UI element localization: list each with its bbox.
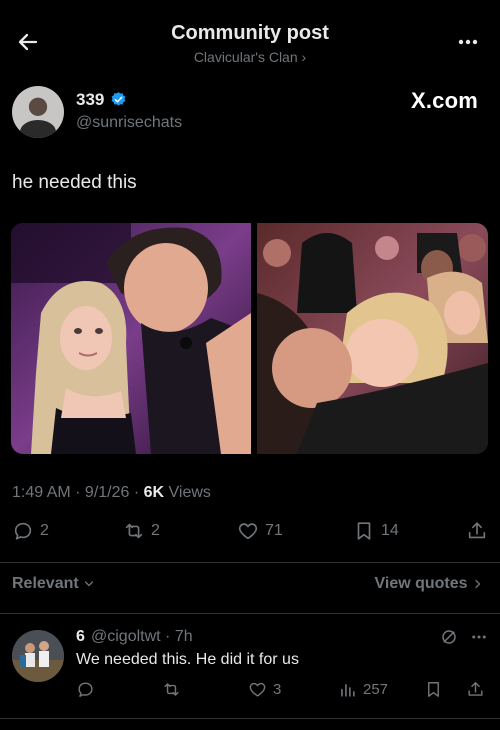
reply-button[interactable]: 2 xyxy=(12,520,49,542)
author-name[interactable]: 339 xyxy=(76,90,104,110)
author-handle[interactable]: @sunrisechats xyxy=(76,114,182,132)
chevron-down-icon xyxy=(85,581,94,587)
reply-reply-button[interactable] xyxy=(76,680,95,699)
page-title: Community post xyxy=(171,22,329,44)
verified-badge-icon xyxy=(111,92,126,106)
reply-like-count: 3 xyxy=(273,681,282,698)
reply-views-count: 257 xyxy=(363,681,389,698)
heart-icon xyxy=(249,682,266,697)
views-label: Views xyxy=(164,484,211,501)
repost-count: 2 xyxy=(151,522,160,539)
view-quotes-link[interactable]: View quotes xyxy=(374,575,484,593)
post-timestamp: 1:49 AM · 9/1/26 · xyxy=(12,484,144,501)
author-avatar[interactable] xyxy=(12,86,64,138)
reply-count: 2 xyxy=(40,522,49,539)
sort-dropdown[interactable]: Relevant xyxy=(12,575,95,593)
post-text: he needed this xyxy=(12,172,137,193)
divider xyxy=(0,718,500,719)
like-count: 71 xyxy=(265,522,283,539)
reply-action-bar: 3 257 xyxy=(0,680,500,704)
bookmark-icon xyxy=(357,522,371,540)
divider xyxy=(0,562,500,563)
reply-icon xyxy=(14,522,32,540)
post-action-bar: 2 2 71 14 xyxy=(0,520,500,552)
reply-more-icon[interactable] xyxy=(469,628,489,646)
share-icon xyxy=(468,682,483,696)
reply-like-button[interactable]: 3 xyxy=(248,680,281,699)
post-image-2[interactable] xyxy=(257,223,488,454)
reply-icon xyxy=(78,682,93,697)
bookmark-icon xyxy=(428,682,439,697)
chevron-right-icon xyxy=(475,579,481,588)
divider xyxy=(0,613,500,614)
reply-author-name[interactable]: 6 xyxy=(76,628,85,646)
repost-icon xyxy=(164,683,179,696)
reply-share-button[interactable] xyxy=(466,680,485,699)
reply-text: We needed this. He did it for us xyxy=(76,651,299,668)
grok-icon[interactable] xyxy=(440,628,458,646)
bookmark-count: 14 xyxy=(381,522,399,539)
bookmark-button[interactable]: 14 xyxy=(353,520,399,542)
reply-bookmark-button[interactable] xyxy=(424,680,443,699)
views-count: 6K xyxy=(143,484,165,501)
view-quotes-label: View quotes xyxy=(374,575,468,592)
reply-views-button[interactable]: 257 xyxy=(338,680,388,699)
share-icon xyxy=(468,522,486,539)
more-options-icon[interactable] xyxy=(456,30,480,54)
repost-button[interactable]: 2 xyxy=(123,520,160,542)
reply-author-avatar[interactable] xyxy=(12,630,64,682)
like-button[interactable]: 71 xyxy=(237,520,283,542)
reply-repost-button[interactable] xyxy=(162,680,181,699)
reply-author-handle[interactable]: @cigoltwt · 7h xyxy=(91,628,193,646)
post-meta: 1:49 AM · 9/1/26 · 6K Views xyxy=(12,484,211,502)
community-name-link[interactable]: Clavicular's Clan › xyxy=(0,49,500,65)
x-brand-logo: X.com xyxy=(410,88,478,113)
sort-label: Relevant xyxy=(12,575,79,592)
repost-icon xyxy=(125,523,143,539)
post-image-1[interactable] xyxy=(11,223,251,454)
share-button[interactable] xyxy=(466,520,488,542)
heart-icon xyxy=(238,523,258,540)
views-chart-icon xyxy=(341,683,355,697)
